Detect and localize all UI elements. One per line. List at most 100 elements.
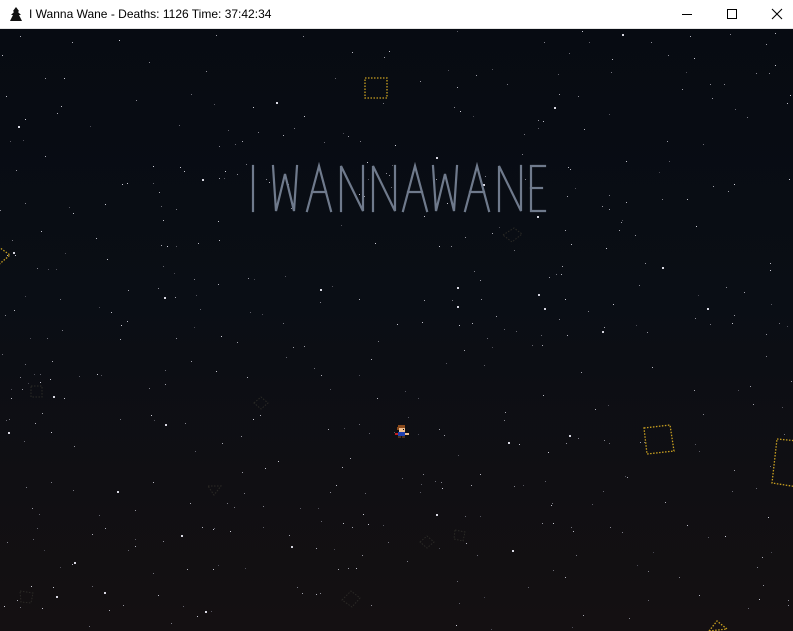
star bbox=[647, 332, 648, 333]
star bbox=[224, 178, 225, 179]
star bbox=[316, 594, 317, 595]
star bbox=[568, 167, 569, 168]
star bbox=[507, 84, 508, 85]
star bbox=[408, 417, 409, 418]
minimize-button[interactable] bbox=[664, 0, 710, 28]
star bbox=[667, 141, 668, 142]
star bbox=[348, 568, 349, 569]
star bbox=[377, 398, 378, 399]
star bbox=[734, 470, 735, 471]
window-title: I Wanna Wane - Deaths: 1126 Time: 37:42:… bbox=[29, 6, 271, 22]
star bbox=[790, 95, 791, 96]
star bbox=[165, 424, 167, 426]
star bbox=[72, 564, 73, 565]
star bbox=[690, 36, 691, 37]
star bbox=[153, 573, 154, 574]
star bbox=[286, 357, 287, 358]
star bbox=[682, 89, 683, 90]
star bbox=[360, 141, 361, 142]
star bbox=[686, 72, 687, 73]
star bbox=[378, 341, 379, 342]
star bbox=[397, 324, 398, 325]
star bbox=[613, 304, 614, 305]
star bbox=[581, 372, 582, 373]
star bbox=[343, 133, 344, 134]
star bbox=[441, 482, 442, 483]
star bbox=[105, 528, 106, 529]
star bbox=[294, 128, 295, 129]
star bbox=[222, 443, 223, 444]
star bbox=[72, 42, 73, 43]
star bbox=[289, 535, 290, 536]
star bbox=[712, 98, 713, 99]
star bbox=[218, 284, 219, 285]
star bbox=[356, 568, 357, 569]
star bbox=[26, 487, 27, 488]
star bbox=[214, 528, 215, 529]
star bbox=[352, 527, 353, 528]
star bbox=[492, 69, 493, 70]
game-title-logo bbox=[251, 162, 547, 213]
star bbox=[707, 308, 709, 310]
maximize-button[interactable] bbox=[709, 0, 755, 28]
star bbox=[2, 354, 3, 355]
star bbox=[343, 523, 344, 524]
star bbox=[505, 412, 506, 413]
star bbox=[554, 107, 556, 109]
close-button[interactable] bbox=[754, 0, 793, 28]
star bbox=[235, 144, 236, 145]
star bbox=[369, 433, 370, 434]
star bbox=[603, 491, 604, 492]
star bbox=[198, 243, 199, 244]
star bbox=[456, 625, 457, 626]
star bbox=[747, 117, 748, 118]
title-bar[interactable]: I Wanna Wane - Deaths: 1126 Time: 37:42:… bbox=[0, 0, 793, 29]
star bbox=[51, 432, 52, 433]
star bbox=[629, 618, 630, 619]
star bbox=[202, 179, 204, 181]
star bbox=[436, 514, 438, 516]
star bbox=[504, 329, 505, 330]
star bbox=[10, 141, 11, 142]
star bbox=[121, 325, 122, 326]
star bbox=[583, 615, 584, 616]
game-window: I Wanna Wane - Deaths: 1126 Time: 37:42:… bbox=[0, 0, 793, 631]
star bbox=[179, 125, 180, 126]
star bbox=[538, 120, 539, 121]
star bbox=[336, 485, 337, 486]
star bbox=[710, 84, 711, 85]
star bbox=[653, 552, 654, 553]
star bbox=[56, 596, 58, 598]
star bbox=[161, 245, 162, 246]
star bbox=[176, 246, 177, 247]
star bbox=[766, 44, 767, 45]
star bbox=[50, 379, 51, 380]
star bbox=[205, 611, 207, 613]
star bbox=[320, 593, 321, 594]
star bbox=[699, 595, 700, 596]
star bbox=[383, 525, 384, 526]
star bbox=[460, 111, 461, 112]
star bbox=[176, 209, 177, 210]
star bbox=[153, 482, 154, 483]
star bbox=[611, 72, 612, 73]
game-canvas[interactable] bbox=[0, 29, 793, 631]
star bbox=[258, 132, 259, 133]
star bbox=[436, 157, 438, 159]
star bbox=[766, 356, 767, 357]
star bbox=[477, 555, 478, 556]
star bbox=[713, 186, 714, 187]
star bbox=[218, 221, 219, 222]
star bbox=[321, 521, 322, 522]
star bbox=[89, 626, 90, 627]
star bbox=[183, 606, 184, 607]
star bbox=[395, 145, 396, 146]
star bbox=[45, 78, 46, 79]
star bbox=[610, 527, 611, 528]
star bbox=[575, 188, 576, 189]
star bbox=[769, 73, 770, 74]
star bbox=[576, 555, 577, 556]
star bbox=[23, 140, 24, 141]
yellow-block-outline bbox=[643, 424, 675, 455]
star bbox=[214, 104, 215, 105]
